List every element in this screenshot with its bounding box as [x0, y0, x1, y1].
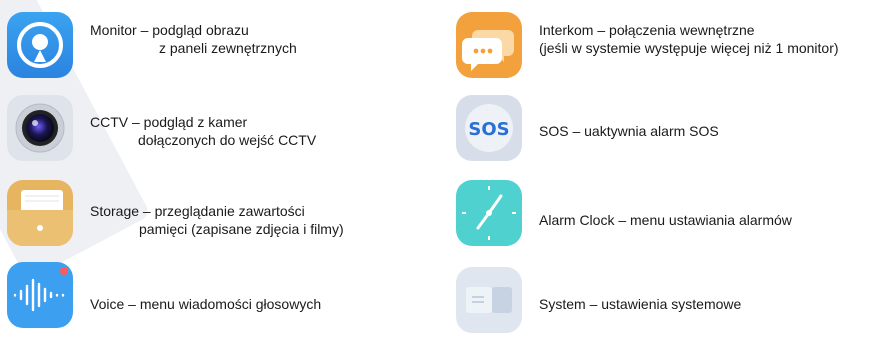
clock-icon [456, 180, 522, 246]
voice-wave-icon [7, 262, 73, 328]
alarm-clock-label: Alarm Clock – menu ustawiania alarmów [539, 212, 792, 228]
cctv-label: CCTV – podgląd z kamer [90, 114, 248, 130]
storage-label: Storage – przeglądanie zawartości [90, 203, 305, 219]
folder-icon [7, 180, 73, 246]
system-label: System – ustawienia systemowe [539, 296, 742, 312]
intercom-chat-icon [456, 12, 522, 78]
cctv-label-line2: dołączonych do wejść CCTV [138, 132, 317, 148]
storage-description: Storage – przeglądanie zawartości pamięc… [90, 202, 344, 238]
svg-text:SOS: SOS [468, 119, 509, 140]
intercom-label-line2: (jeśli w systemie występuje więcej niż 1… [539, 40, 839, 56]
sos-description: SOS – uaktywnia alarm SOS [539, 122, 719, 140]
system-settings-icon [456, 267, 522, 333]
system-description: System – ustawienia systemowe [539, 295, 741, 313]
camera-lens-icon [7, 95, 73, 161]
sos-icon: SOS [456, 95, 522, 161]
intercom-label: Interkom – połączenia wewnętrzne [539, 22, 755, 38]
cctv-description: CCTV – podgląd z kamer dołączonych do we… [90, 113, 316, 149]
monitor-label-line2: z paneli zewnętrznych [159, 40, 297, 56]
monitor-description: Monitor – podgląd obrazu z paneli zewnęt… [90, 21, 297, 57]
storage-label-line2: pamięci (zapisane zdjęcia i filmy) [139, 221, 344, 237]
voice-description: Voice – menu wiadomości głosowych [90, 295, 321, 313]
alarm-clock-description: Alarm Clock – menu ustawiania alarmów [539, 211, 792, 229]
intercom-description: Interkom – połączenia wewnętrzne (jeśli … [539, 21, 839, 57]
voice-label: Voice – menu wiadomości głosowych [90, 296, 322, 312]
monitor-label: Monitor – podgląd obrazu [90, 22, 249, 38]
monitor-icon [7, 12, 73, 78]
sos-label: SOS – uaktywnia alarm SOS [539, 123, 719, 139]
